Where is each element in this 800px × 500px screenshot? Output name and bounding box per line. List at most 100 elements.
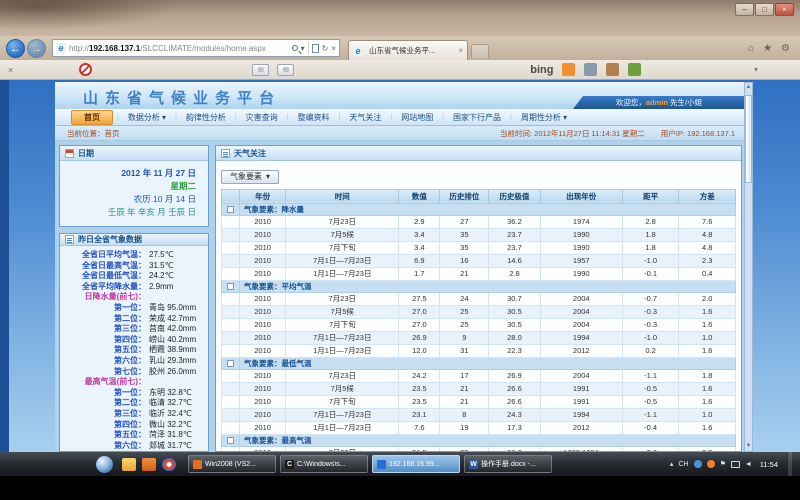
stat-row: 第三位：临沂 32.4℃ xyxy=(60,409,208,420)
hidden-icons-caret-icon[interactable]: ▴ xyxy=(670,460,674,468)
menu-item-4[interactable]: 灾害查询 xyxy=(237,112,287,123)
table-row: 20107月1日—7月23日26.9928.01994-1.01.0 xyxy=(222,331,736,344)
taskbar-button-3[interactable]: 192.168.16.99... xyxy=(372,455,460,473)
stop-icon[interactable]: × xyxy=(331,44,336,53)
info-strip: 当前位置：首页 当前时间: 2012年11月27日 11:14:31 星期二 用… xyxy=(55,126,745,141)
menu-item-3[interactable]: 韵律性分析 xyxy=(177,112,235,123)
taskbar-button-4[interactable]: W操作手册.docx -... xyxy=(464,455,552,473)
table-cell: -0.7 xyxy=(622,292,679,305)
nature-icon[interactable] xyxy=(628,63,641,76)
table-cell: 7月5候 xyxy=(286,382,399,395)
action-center-flag-icon[interactable]: ⚑ xyxy=(720,460,726,468)
maximize-icon[interactable]: □ xyxy=(755,3,774,16)
table-cell: 23.1 xyxy=(399,408,440,421)
language-indicator[interactable]: CH xyxy=(678,461,688,468)
display-icon[interactable] xyxy=(731,461,740,468)
taskbar-button-2[interactable]: CC:\Windows\s... xyxy=(280,455,368,473)
bing-logo[interactable]: bing xyxy=(530,64,553,76)
blocked-icon xyxy=(79,63,92,76)
close-icon[interactable]: × xyxy=(775,3,794,16)
row-checkbox-cell xyxy=(222,292,240,305)
menu-item-8[interactable]: 国家下行产品 xyxy=(444,112,510,123)
home-icon[interactable]: ⌂ xyxy=(748,43,754,54)
stat-value: 郯城 31.7℃ xyxy=(146,441,192,452)
stat-value xyxy=(146,292,149,303)
table-cell: 2004 xyxy=(540,292,622,305)
refresh-icon[interactable]: ↻ xyxy=(322,44,329,53)
system-tray: ▴ CH ⚑ ◄ 11:54 xyxy=(670,452,800,476)
tools-icon[interactable]: ⚙ xyxy=(781,43,790,54)
table-cell: 2012 xyxy=(540,421,622,434)
start-button[interactable] xyxy=(96,456,113,473)
site-container: 山东省气候业务平台 欢迎您，admin 先生/小姐 首页|数据分析 ▾|韵律性分… xyxy=(55,82,745,452)
taskbar-clock[interactable]: 11:54 xyxy=(760,460,778,469)
table-cell: 7月23日 xyxy=(286,215,399,228)
mail-icon[interactable]: ✉ xyxy=(252,64,269,76)
search-dropdown-icon[interactable]: ▾ xyxy=(301,44,305,53)
menu-item-2[interactable]: 数据分析 ▾ xyxy=(119,112,175,123)
forward-icon[interactable]: → xyxy=(27,39,46,58)
address-bar[interactable]: e http://192.168.137.1/SLCCLIMATE/module… xyxy=(52,39,340,57)
table-cell: 1.0 xyxy=(679,331,736,344)
taskbar-button-icon: W xyxy=(469,460,478,469)
camera-icon[interactable] xyxy=(584,63,597,76)
vertical-scrollbar[interactable]: ▲ ▼ xyxy=(744,82,753,452)
menu-item-5[interactable]: 整编资料 xyxy=(289,112,339,123)
checkbox-column-header xyxy=(222,189,240,203)
table-cell: 2012 xyxy=(540,344,622,357)
table-cell: 7月下旬 xyxy=(286,318,399,331)
scroll-down-icon[interactable]: ▼ xyxy=(745,442,752,451)
compatibility-view-icon[interactable] xyxy=(312,44,319,53)
search-icon[interactable] xyxy=(292,45,298,51)
row-checkbox-cell xyxy=(222,215,240,228)
browser-tab[interactable]: e 山东省气候业务平... × xyxy=(348,40,468,60)
stat-row: 第六位：郯城 31.7℃ xyxy=(60,441,208,452)
speaker-icon[interactable]: ◄ xyxy=(745,461,752,468)
favorites-icon[interactable]: ★ xyxy=(763,43,772,54)
paw-icon[interactable] xyxy=(606,63,619,76)
menu-item-1[interactable]: 首页 xyxy=(71,110,113,125)
bingbar-app-icon[interactable] xyxy=(562,63,575,76)
group-checkbox[interactable] xyxy=(227,206,234,213)
stat-label: 第三位： xyxy=(60,324,146,335)
menu-item-9[interactable]: 周期性分析 ▾ xyxy=(512,112,576,123)
network-globe-icon[interactable] xyxy=(694,460,702,468)
group-checkbox[interactable] xyxy=(227,360,234,367)
firewall-icon[interactable] xyxy=(707,460,715,468)
table-cell: 1.7 xyxy=(399,267,440,280)
stat-row: 全省平均降水量：2.9mm xyxy=(60,282,208,293)
menu-item-6[interactable]: 天气关注 xyxy=(340,112,390,123)
toolbar-more-icon[interactable]: ▾ xyxy=(754,65,758,74)
scrollbar-thumb[interactable] xyxy=(745,95,752,183)
scroll-up-icon[interactable]: ▲ xyxy=(745,83,752,92)
stat-row: 第五位：栖霞 38.9mm xyxy=(60,345,208,356)
menu-item-7[interactable]: 网站地图 xyxy=(392,112,442,123)
table-cell: 1990 xyxy=(540,241,622,254)
quicklaunch-app-icon[interactable] xyxy=(142,458,156,471)
back-icon[interactable]: ← xyxy=(6,39,25,58)
group-checkbox[interactable] xyxy=(227,437,234,444)
tab-close-icon[interactable]: × xyxy=(458,46,463,55)
stat-value: 27.5℃ xyxy=(146,250,174,261)
show-desktop-button[interactable] xyxy=(787,452,792,476)
element-selector-button[interactable]: 气象要素 ▾ xyxy=(221,170,279,184)
new-tab-button[interactable] xyxy=(471,44,489,58)
group-checkbox[interactable] xyxy=(227,283,234,290)
stat-value: 24.2℃ xyxy=(146,271,174,282)
stat-label: 第六位： xyxy=(60,441,146,452)
share-icon[interactable]: ✉ xyxy=(277,64,294,76)
url-text[interactable]: http://192.168.137.1/SLCCLIMATE/modules/… xyxy=(69,44,292,53)
row-checkbox-cell xyxy=(222,305,240,318)
stat-row: 第二位：临清 32.7℃ xyxy=(60,398,208,409)
explorer-icon[interactable] xyxy=(122,458,136,471)
table-cell: -1.1 xyxy=(622,408,679,421)
table-row: 20101月1日—7月23日12.03122.320120.21.6 xyxy=(222,344,736,357)
taskbar-button-1[interactable]: Win2008 (VS2... xyxy=(188,455,276,473)
site-header: 山东省气候业务平台 欢迎您，admin 先生/小姐 xyxy=(55,82,745,109)
stat-value: 东明 32.8℃ xyxy=(146,388,192,399)
media-player-icon[interactable] xyxy=(162,458,176,471)
table-row: 20101月1日—7月23日1.7212.81990-0.10.4 xyxy=(222,267,736,280)
column-header: 时间 xyxy=(286,189,399,203)
minimize-icon[interactable]: – xyxy=(735,3,754,16)
toolbar-close-icon[interactable]: × xyxy=(8,65,13,75)
